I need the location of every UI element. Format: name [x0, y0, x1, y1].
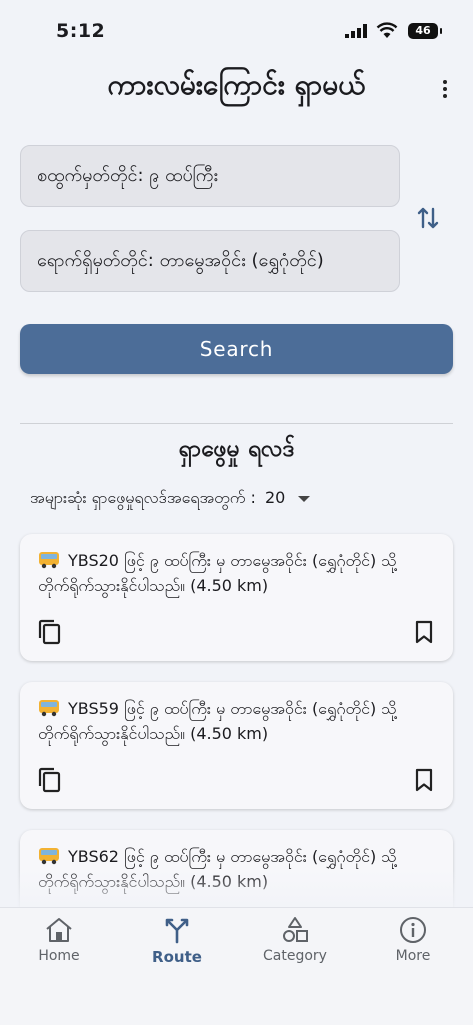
divider	[20, 423, 453, 424]
result-text: YBS20 ဖြင့် ၉ ထပ်ကြီး မှ တာမွေအဝိုင်း (ရ…	[38, 551, 397, 595]
wifi-icon	[376, 22, 398, 38]
max-results-selector[interactable]: အများဆုံး ရှာဖွေမှုရလဒ်အရေအတွက် : 20	[30, 487, 311, 511]
from-stop-field[interactable]: စထွက်မှတ်တိုင်: ၉ ထပ်ကြီး	[20, 145, 400, 207]
copy-icon[interactable]	[38, 767, 62, 793]
results-title: ရှာဖွေမှု ရလဒ်	[178, 436, 295, 462]
nav-home-label: Home	[38, 948, 80, 964]
result-card[interactable]: YBS20 ဖြင့် ၉ ထပ်ကြီး မှ တာမွေအဝိုင်း (ရ…	[20, 534, 453, 661]
max-results-value[interactable]: 20	[265, 488, 285, 507]
nav-route[interactable]: Route	[118, 916, 236, 966]
nav-more-label: More	[395, 948, 431, 964]
bookmark-icon[interactable]	[415, 620, 433, 644]
dropdown-arrow-icon[interactable]	[298, 495, 311, 502]
max-results-label: အများဆုံး ရှာဖွေမှုရလဒ်အရေအတွက် :	[30, 488, 256, 507]
result-text: YBS59 ဖြင့် ၉ ထပ်ကြီး မှ တာမွေအဝိုင်း (ရ…	[38, 699, 397, 743]
more-vert-icon[interactable]	[441, 80, 449, 101]
category-icon	[283, 917, 308, 942]
result-text-wrap: YBS20 ဖြင့် ၉ ထပ်ကြီး မှ တာမွေအဝိုင်း (ရ…	[38, 548, 418, 598]
bookmark-icon[interactable]	[415, 768, 433, 792]
swap-direction-icon[interactable]	[416, 205, 440, 231]
copy-icon[interactable]	[38, 619, 62, 645]
scroll-fade	[0, 870, 473, 910]
bus-icon	[39, 552, 59, 569]
bottom-nav: Home Route Category More	[0, 907, 473, 1025]
status-bar: 5:12 46	[0, 0, 473, 62]
to-stop-field[interactable]: ရောက်ရှိမှတ်တိုင်: တာမွေအဝိုင်း (ရွှေဂုံ…	[20, 230, 400, 292]
nav-home[interactable]: Home	[0, 916, 118, 964]
bus-icon	[39, 848, 59, 865]
cellular-signal-icon	[345, 24, 367, 38]
nav-more[interactable]: More	[354, 916, 472, 964]
search-button[interactable]: Search	[20, 324, 453, 374]
info-icon	[400, 917, 426, 943]
status-time: 5:12	[56, 20, 106, 42]
result-text-wrap: YBS59 ဖြင့် ၉ ထပ်ကြီး မှ တာမွေအဝိုင်း (ရ…	[38, 696, 418, 746]
home-icon	[46, 918, 72, 942]
bus-icon	[39, 700, 59, 717]
page-title: ကားလမ်းကြောင်း ရှာမယ်	[107, 68, 366, 101]
battery-icon: 46	[408, 23, 442, 39]
nav-category[interactable]: Category	[236, 916, 354, 964]
route-icon	[165, 918, 189, 944]
result-card[interactable]: YBS59 ဖြင့် ၉ ထပ်ကြီး မှ တာမွေအဝိုင်း (ရ…	[20, 682, 453, 809]
nav-route-label: Route	[152, 948, 202, 966]
nav-category-label: Category	[263, 948, 327, 964]
